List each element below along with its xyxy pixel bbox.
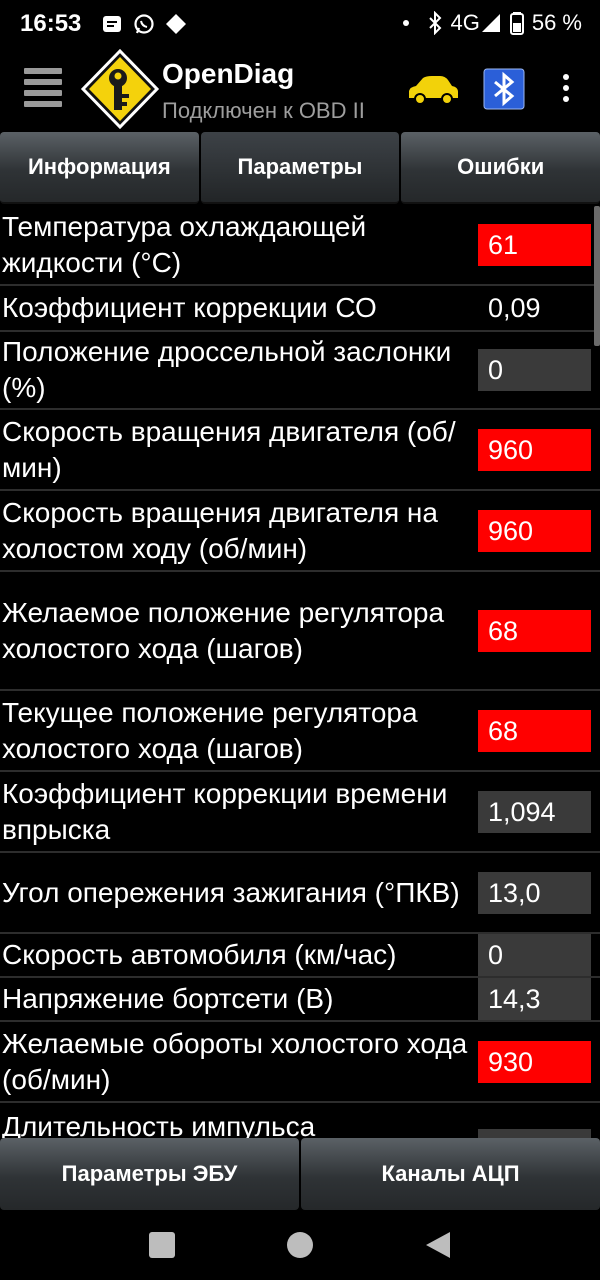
adc-channels-button[interactable]: Каналы АЦП (301, 1138, 600, 1210)
parameter-value: 13,0 (478, 871, 591, 914)
parameter-label: Длительность импульса (2, 1111, 316, 1138)
whatsapp-icon (134, 14, 154, 34)
ecu-parameters-button[interactable]: Параметры ЭБУ (0, 1138, 299, 1210)
parameter-label: Температура охлаждающей жидкости (°C) (2, 211, 367, 278)
parameter-value: 14,3 (478, 978, 591, 1020)
parameter-value: 68 (478, 609, 591, 652)
tab-errors[interactable]: Ошибки (401, 132, 600, 204)
bluetooth-icon[interactable] (483, 68, 525, 110)
table-row: Температура охлаждающей жидкости (°C) 61 (0, 206, 600, 286)
table-row: Скорость автомобиля (км/час) 0 (0, 934, 600, 978)
diamond-icon (166, 14, 186, 34)
parameter-label: Желаемое положение регулятора холостого … (2, 596, 445, 664)
battery-level: 56 % (531, 10, 582, 35)
back-icon[interactable] (424, 1230, 452, 1260)
parameter-label: Коэффициент коррекции времени впрыска (2, 777, 448, 845)
tab-information[interactable]: Информация (0, 132, 199, 204)
table-row: Напряжение бортсети (В) 14,3 (0, 978, 600, 1022)
table-row: Скорость вращения двигателя (об/мин) 960 (0, 410, 600, 491)
app-title: OpenDiag (162, 58, 295, 89)
message-icon (103, 16, 121, 32)
table-row: Желаемые обороты холостого хода (об/мин)… (0, 1022, 600, 1103)
bottom-button-bar: Параметры ЭБУ Каналы АЦП (0, 1138, 600, 1210)
parameter-list[interactable]: Температура охлаждающей жидкости (°C) 61… (0, 206, 600, 1138)
signal-icon (481, 14, 500, 32)
table-row: Желаемое положение регулятора холостого … (0, 572, 600, 691)
parameter-value (478, 1129, 591, 1138)
tab-bar: Информация Параметры Ошибки (0, 132, 600, 204)
home-icon[interactable] (287, 1232, 313, 1258)
parameter-label: Текущее положение регулятора холостого х… (2, 696, 418, 764)
parameter-label: Скорость вращения двигателя на холостом … (2, 496, 438, 564)
status-bar: 16:53 4G 56 % (0, 0, 600, 48)
status-right-group: 4G 56 % (402, 10, 582, 36)
table-row: Коэффициент коррекции времени впрыска 1,… (0, 772, 600, 853)
parameter-value: 0 (478, 934, 591, 976)
parameter-label: Угол опережения зажигания (°ПКВ) (2, 876, 460, 908)
parameter-value: 930 (478, 1040, 591, 1083)
battery-icon (509, 12, 524, 35)
parameter-label: Скорость автомобиля (км/час) (2, 939, 397, 970)
table-row: Коэффициент коррекции СО 0,09 (0, 286, 600, 332)
recents-icon[interactable] (149, 1232, 175, 1258)
parameter-label: Коэффициент коррекции СО (2, 292, 377, 323)
table-row: Угол опережения зажигания (°ПКВ) 13,0 (0, 853, 600, 934)
bluetooth-status-icon (429, 11, 442, 35)
parameter-label: Положение дроссельной заслонки (%) (2, 336, 452, 403)
table-row: Текущее положение регулятора холостого х… (0, 691, 600, 772)
parameter-label: Скорость вращения двигателя (об/мин) (2, 415, 456, 483)
status-time: 16:53 (20, 10, 82, 37)
dot-icon (403, 20, 410, 26)
overflow-menu-icon[interactable] (556, 74, 576, 110)
table-row: Скорость вращения двигателя на холостом … (0, 491, 600, 572)
car-icon[interactable] (406, 74, 460, 106)
parameter-label: Желаемые обороты холостого хода (об/мин) (2, 1027, 468, 1095)
parameter-value: 68 (478, 709, 591, 752)
parameter-value: 960 (478, 509, 591, 552)
connection-status: Подключен к OBD II (162, 98, 365, 123)
system-nav-bar (0, 1210, 600, 1280)
table-row: Положение дроссельной заслонки (%) 0 (0, 332, 600, 410)
parameter-label: Напряжение бортсети (В) (2, 983, 334, 1014)
table-row: Длительность импульса (0, 1103, 600, 1138)
menu-icon[interactable] (24, 68, 62, 108)
parameter-value: 0 (478, 349, 591, 391)
parameter-value: 960 (478, 428, 591, 471)
network-type: 4G (450, 10, 480, 35)
tab-parameters[interactable]: Параметры (200, 132, 400, 204)
app-logo-icon (80, 48, 160, 130)
parameter-value: 1,094 (478, 790, 591, 833)
parameter-value: 0,09 (488, 293, 541, 323)
app-bar: OpenDiag Подключен к OBD II (0, 48, 600, 132)
parameter-value: 61 (478, 224, 591, 266)
scrollbar[interactable] (594, 206, 600, 346)
